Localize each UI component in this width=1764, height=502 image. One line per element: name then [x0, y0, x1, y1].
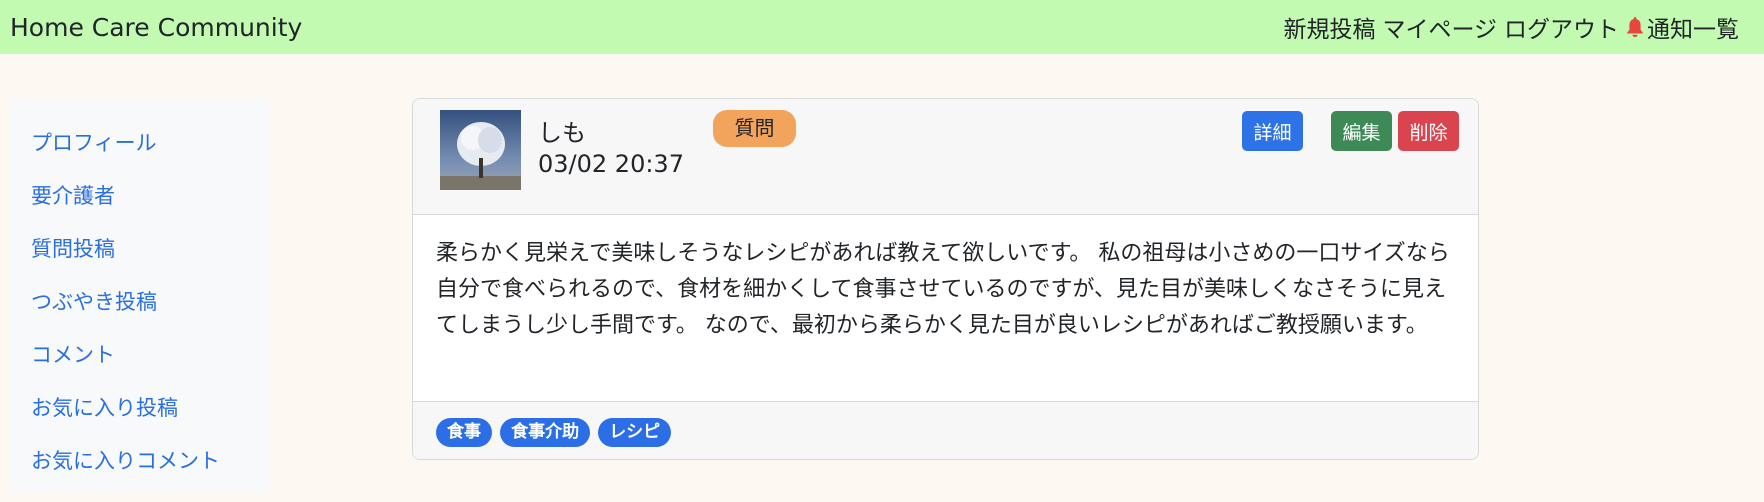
- nav-mypage-link[interactable]: マイページ: [1382, 10, 1497, 44]
- post-type-badge: 質問: [713, 110, 796, 147]
- post-card: しも 03/02 20:37 質問 詳細 編集 削除 柔らかく見栄えで美味しそう…: [412, 98, 1479, 460]
- tag-meal[interactable]: 食事: [436, 418, 492, 447]
- tag-meal-assistance[interactable]: 食事介助: [500, 418, 591, 447]
- post-author-name[interactable]: しも: [538, 113, 586, 148]
- sidebar: プロフィール 要介護者 質問投稿 つぶやき投稿 コメント お気に入り投稿 お気に…: [10, 98, 270, 494]
- bell-icon[interactable]: [1626, 16, 1644, 38]
- sidebar-item-profile[interactable]: プロフィール: [10, 128, 270, 181]
- nav-logout-link[interactable]: ログアウト: [1504, 10, 1619, 44]
- user-avatar[interactable]: [440, 110, 521, 190]
- sidebar-item-favorite-posts[interactable]: お気に入り投稿: [10, 393, 270, 446]
- sidebar-item-tweet-posts[interactable]: つぶやき投稿: [10, 287, 270, 340]
- post-card-header: しも 03/02 20:37 質問 詳細 編集 削除: [413, 99, 1478, 215]
- detail-button[interactable]: 詳細: [1242, 111, 1303, 151]
- sidebar-item-question-posts[interactable]: 質問投稿: [10, 234, 270, 287]
- sidebar-item-care-recipient[interactable]: 要介護者: [10, 181, 270, 234]
- tag-recipe[interactable]: レシピ: [598, 418, 672, 447]
- post-body: 柔らかく見栄えで美味しそうなレシピがあれば教えて欲しいです。 私の祖母は小さめの…: [413, 215, 1478, 402]
- brand-link[interactable]: Home Care Community: [10, 13, 302, 42]
- nav-links: 新規投稿 マイページ ログアウト 通知一覧: [1276, 10, 1754, 44]
- sidebar-item-comments[interactable]: コメント: [10, 340, 270, 393]
- edit-button[interactable]: 編集: [1331, 111, 1392, 151]
- top-navbar: Home Care Community 新規投稿 マイページ ログアウト 通知一…: [0, 0, 1764, 54]
- sidebar-item-favorite-comments[interactable]: お気に入りコメント: [10, 446, 270, 499]
- post-date: 03/02 20:37: [538, 150, 684, 178]
- nav-new-post-link[interactable]: 新規投稿: [1283, 10, 1375, 44]
- post-tags: 食事 食事介助 レシピ: [413, 402, 1478, 459]
- delete-button[interactable]: 削除: [1398, 111, 1459, 151]
- nav-notifications-link[interactable]: 通知一覧: [1647, 10, 1739, 44]
